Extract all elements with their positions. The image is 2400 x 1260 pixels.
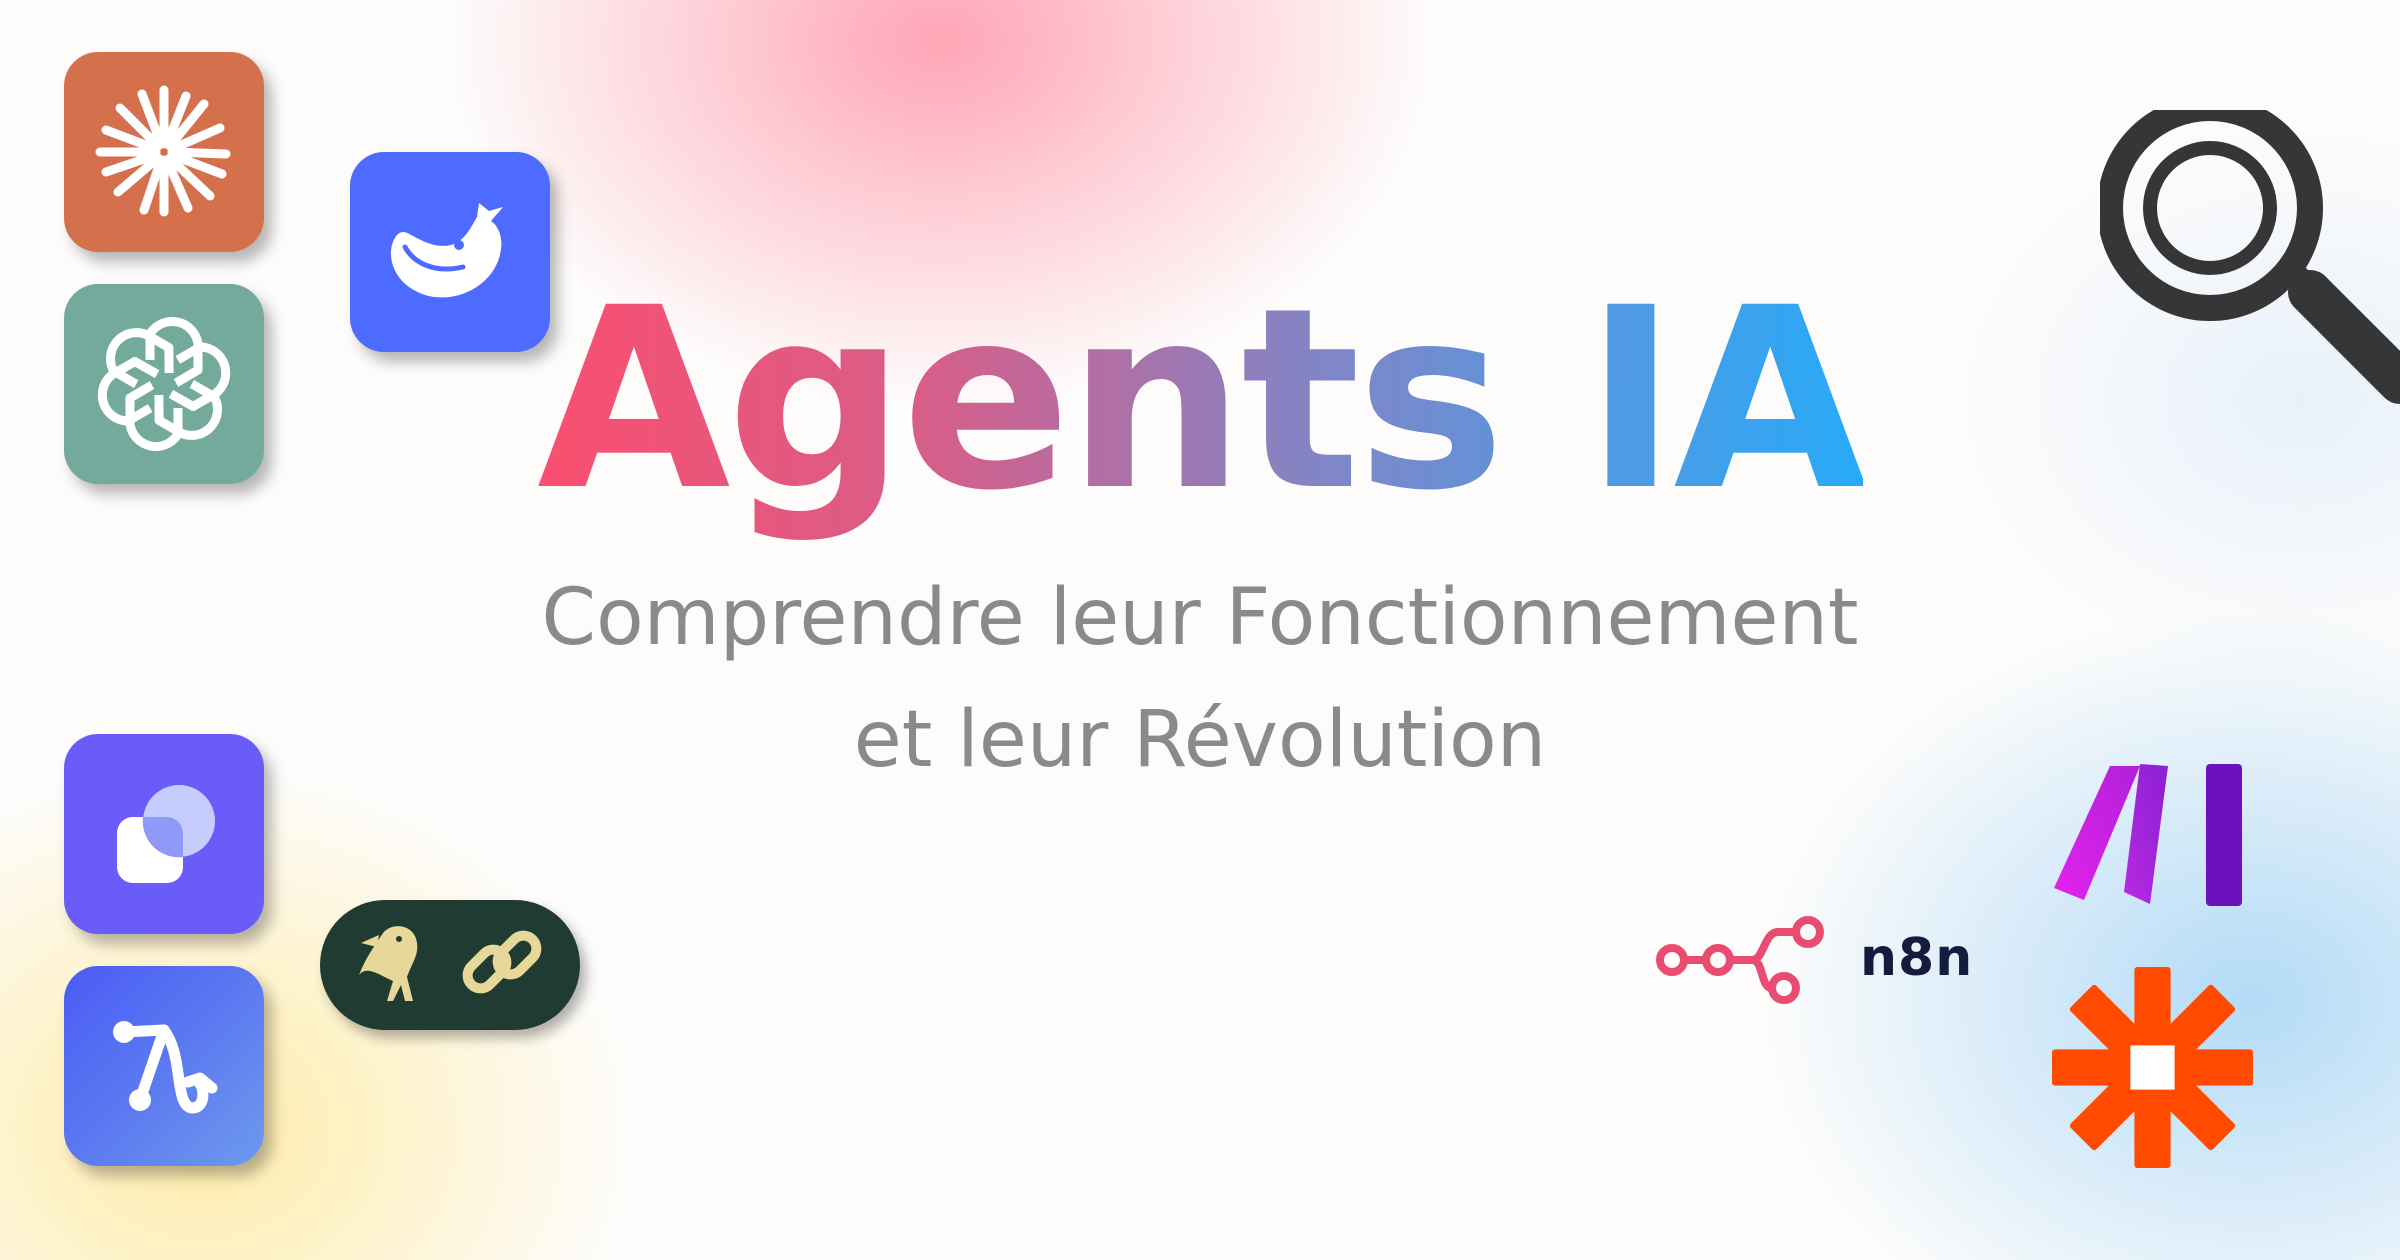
- page-title: Agents IA: [537, 254, 1867, 545]
- subtitle-line-1: Comprendre leur Fonctionnement: [541, 573, 1859, 663]
- subtitle-line-2: et leur Révolution: [853, 695, 1547, 785]
- n8n-label: n8n: [1860, 928, 1974, 988]
- langgraph-icon: [64, 966, 264, 1166]
- claude-icon: [64, 52, 264, 252]
- n8n-icon: [1652, 910, 1832, 1010]
- zapier-icon: [2050, 965, 2255, 1170]
- langchain-icon: [320, 900, 580, 1030]
